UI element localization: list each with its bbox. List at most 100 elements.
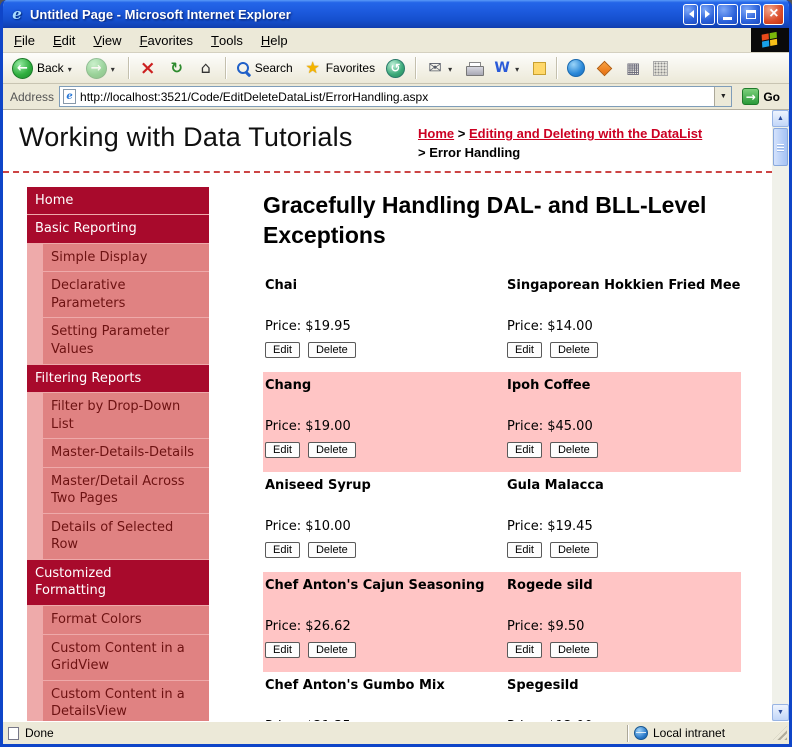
product-actions: Edit Delete: [507, 338, 735, 359]
history-button[interactable]: [381, 57, 410, 80]
breadcrumb: Home > Editing and Deleting with the Dat…: [418, 122, 762, 163]
delete-button[interactable]: Delete: [307, 342, 356, 359]
sidebar-item-master-details-details[interactable]: Master-Details-Details: [43, 439, 209, 467]
delete-button[interactable]: Delete: [549, 342, 598, 359]
maximize-button[interactable]: [740, 3, 761, 25]
delete-button[interactable]: Delete: [549, 542, 598, 559]
main-column: Gracefully Handling DAL- and BLL-Level E…: [263, 187, 741, 721]
product-price: Price: $19.95: [265, 319, 351, 335]
chevron-left-icon: [685, 10, 694, 18]
delete-button[interactable]: Delete: [307, 442, 356, 459]
go-button[interactable]: Go: [737, 88, 785, 105]
edit-button[interactable]: Edit: [265, 542, 300, 559]
zone-label: Local intranet: [653, 726, 726, 740]
mail-button[interactable]: [421, 57, 460, 79]
messenger-button[interactable]: [562, 57, 590, 79]
product-price: Price: $19.00: [265, 419, 351, 435]
sidebar-item-home[interactable]: Home: [27, 186, 209, 215]
product-price: Price: $9.50: [507, 619, 585, 635]
menu-favorites[interactable]: Favorites: [131, 28, 202, 52]
scrollbar-thumb[interactable]: [773, 128, 788, 166]
edit-button[interactable]: Edit: [265, 642, 300, 659]
sidebar-item-details-of-selected-row[interactable]: Details of Selected Row: [43, 513, 209, 559]
edit-button[interactable]: Edit: [265, 342, 300, 359]
address-url[interactable]: http://localhost:3521/Code/EditDeleteDat…: [80, 90, 714, 104]
close-button[interactable]: [763, 3, 784, 25]
chevron-right-button[interactable]: [700, 3, 715, 25]
address-dropdown-button[interactable]: [714, 87, 732, 106]
toolbar-separator: [224, 57, 226, 79]
edit-button[interactable]: Edit: [507, 642, 542, 659]
menu-tools[interactable]: Tools: [202, 28, 252, 52]
delete-button[interactable]: Delete: [549, 442, 598, 459]
stop-button[interactable]: [134, 57, 162, 79]
standard-toolbar: Back Search Favorites: [3, 53, 789, 84]
forward-dropdown-icon[interactable]: [111, 59, 118, 77]
minimize-button[interactable]: [717, 3, 738, 25]
research-button[interactable]: [591, 60, 618, 76]
menu-edit[interactable]: Edit: [44, 28, 84, 52]
status-left: Done: [8, 726, 627, 740]
address-input[interactable]: http://localhost:3521/Code/EditDeleteDat…: [59, 86, 733, 107]
vertical-scrollbar[interactable]: [772, 110, 789, 721]
scroll-down-button[interactable]: [772, 704, 789, 721]
sidebar-item-custom-content-in-a-detailsview[interactable]: Custom Content in a DetailsView: [43, 680, 209, 721]
go-label: Go: [763, 89, 780, 104]
breadcrumb-section-link[interactable]: Editing and Deleting with the DataList: [469, 126, 702, 141]
product-price: Price: $21.35: [265, 719, 499, 721]
sidebar-item-setting-parameter-values[interactable]: Setting Parameter Values: [43, 318, 209, 364]
back-button[interactable]: Back: [7, 56, 80, 81]
resize-grip[interactable]: [773, 726, 787, 740]
delete-button[interactable]: Delete: [549, 642, 598, 659]
sidebar-item-custom-content-in-a-gridview[interactable]: Custom Content in a GridView: [43, 634, 209, 680]
home-button[interactable]: [192, 57, 220, 79]
word-icon: [493, 59, 511, 77]
print-button[interactable]: [461, 60, 487, 77]
refresh-button[interactable]: [163, 57, 191, 79]
product-cell: Aniseed Syrup Price: $10.00 Edit Delete: [263, 472, 505, 573]
window-controls: [683, 3, 784, 25]
search-icon: [236, 61, 251, 76]
favorites-label: Favorites: [325, 61, 376, 75]
word-dropdown-icon[interactable]: [515, 59, 522, 77]
tools-grid-button[interactable]: [648, 59, 673, 78]
edit-button[interactable]: Edit: [507, 442, 542, 459]
menu-view[interactable]: View: [84, 28, 130, 52]
sites-button[interactable]: [619, 57, 647, 79]
back-dropdown-icon[interactable]: [68, 59, 75, 77]
product-price: Price: $26.62: [265, 619, 351, 635]
sidebar-item-format-colors[interactable]: Format Colors: [43, 605, 209, 634]
product-grid: Chai Price: $19.95 Edit Delete Singaporean H…: [263, 272, 741, 721]
research-icon: [596, 60, 613, 76]
sidebar-item-simple-display[interactable]: Simple Display: [43, 243, 209, 272]
product-cell: Chef Anton's Cajun Seasoning Price: $26.6…: [263, 572, 505, 673]
sidebar-item-master-detail-across-two-pages[interactable]: Master/Detail Across Two Pages: [43, 467, 209, 513]
edit-button[interactable]: Edit: [265, 442, 300, 459]
sidebar-item-basic-reporting[interactable]: Basic Reporting: [27, 215, 209, 243]
search-button[interactable]: Search: [231, 59, 298, 78]
sidebar-item-filter-by-drop-down-list[interactable]: Filter by Drop-Down List: [43, 393, 209, 439]
sidebar-item-declarative-parameters[interactable]: Declarative Parameters: [43, 272, 209, 318]
edit-with-word-button[interactable]: [488, 57, 527, 79]
delete-button[interactable]: Delete: [307, 542, 356, 559]
mail-dropdown-icon[interactable]: [448, 59, 455, 77]
browser-window: Untitled Page - Microsoft Internet Explo…: [0, 0, 792, 747]
edit-button[interactable]: Edit: [507, 342, 542, 359]
edit-button[interactable]: Edit: [507, 542, 542, 559]
menu-file[interactable]: File: [5, 28, 44, 52]
forward-button[interactable]: [81, 56, 123, 81]
chevron-left-button[interactable]: [683, 3, 698, 25]
windows-logo: [751, 28, 789, 52]
product-price: Price: $45.00: [507, 419, 593, 435]
sidebar-item-filtering-reports[interactable]: Filtering Reports: [27, 364, 209, 393]
breadcrumb-home-link[interactable]: Home: [418, 126, 454, 141]
delete-button[interactable]: Delete: [307, 642, 356, 659]
title-bar[interactable]: Untitled Page - Microsoft Internet Explo…: [3, 0, 789, 28]
menu-help[interactable]: Help: [252, 28, 297, 52]
favorites-button[interactable]: Favorites: [299, 57, 380, 79]
refresh-icon: [168, 59, 186, 77]
discuss-button[interactable]: [528, 60, 551, 77]
product-actions: Edit Delete: [507, 538, 735, 559]
sidebar-item-customized-formatting[interactable]: Customized Formatting: [27, 559, 209, 605]
scroll-up-button[interactable]: [772, 110, 789, 127]
